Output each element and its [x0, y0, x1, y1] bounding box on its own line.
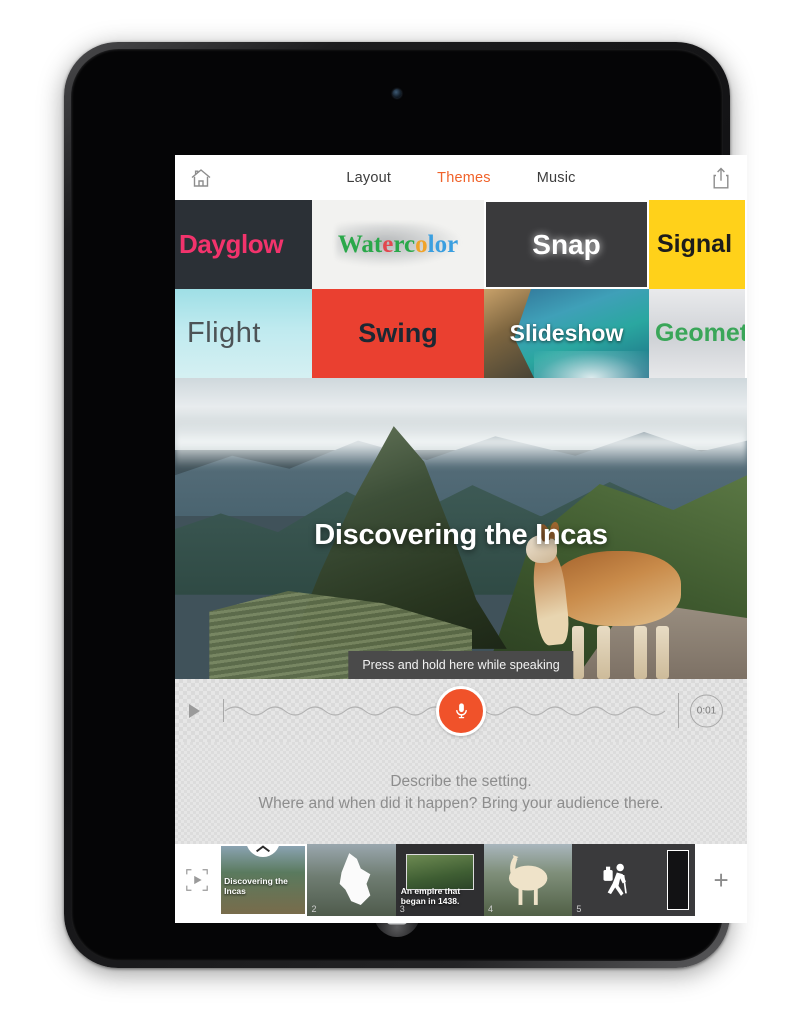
add-slide-button[interactable]: +: [695, 844, 747, 916]
slide-thumbnail-partial[interactable]: [660, 844, 696, 916]
theme-snap[interactable]: Snap: [484, 200, 649, 289]
microphone-record-button[interactable]: [436, 685, 486, 736]
theme-row-2: Flight Swing Slideshow Geometry: [175, 289, 747, 378]
slide-title: Discovering the Incas: [314, 519, 608, 552]
theme-geometry[interactable]: Geometry: [649, 289, 745, 378]
slide-preview[interactable]: Discovering the Incas Press and hold her…: [175, 378, 747, 679]
cloud-band-layer: [175, 420, 747, 469]
slide-number: 3: [399, 904, 405, 914]
tab-themes[interactable]: Themes: [437, 170, 491, 186]
slide-thumbnail-photo: [405, 854, 475, 890]
waveform-start-tick: [223, 699, 224, 722]
play-icon[interactable]: [189, 703, 200, 718]
theme-dayglow[interactable]: Dayglow: [175, 200, 312, 289]
tab-music[interactable]: Music: [537, 170, 576, 186]
slide-thumbnail-2[interactable]: 2: [307, 844, 396, 916]
theme-dayglow-label: Dayglow: [179, 229, 284, 259]
theme-swing-label: Swing: [358, 318, 438, 348]
narration-prompt: Describe the setting. Where and when did…: [175, 742, 747, 844]
prompt-line-2: Where and when did it happen? Bring your…: [258, 795, 664, 812]
theme-watercolor-label: Watercolor: [337, 230, 459, 258]
llama-photo-icon: [508, 855, 548, 905]
preview-play-button[interactable]: [175, 844, 220, 916]
theme-signal-label: Signal: [657, 230, 733, 258]
preview-play-icon: [186, 869, 208, 891]
slide-thumbnail-photo: [666, 850, 690, 910]
slide-number: 5: [576, 904, 582, 914]
prompt-line-1: Describe the setting.: [390, 772, 532, 790]
llama-leg: [633, 625, 647, 679]
slide-thumbnail-3[interactable]: An empire that began in 1438. 3: [395, 844, 485, 916]
front-camera-icon: [392, 89, 402, 98]
theme-slideshow-label: Slideshow: [509, 320, 624, 346]
tablet-device-frame: Layout Themes Music Dayglow Watercolor S…: [64, 42, 747, 968]
slide-filmstrip: Discovering the Incas 2 An empire that b…: [175, 844, 747, 916]
theme-slideshow[interactable]: Slideshow: [484, 289, 649, 378]
slide-number: 4: [488, 904, 494, 914]
slide-thumbnail-caption: Discovering the Incas: [224, 876, 288, 896]
llama-leg: [597, 625, 610, 679]
slide-thumbnail-5[interactable]: 5: [572, 844, 661, 916]
theme-grid: Dayglow Watercolor Snap Signal Flight Sw…: [175, 200, 747, 378]
slide-thumbnail-caption: An empire that began in 1438.: [400, 886, 461, 906]
top-navigation-bar: Layout Themes Music: [175, 155, 747, 200]
record-tooltip-text: Press and hold here while speaking: [362, 658, 560, 672]
share-icon[interactable]: [711, 166, 731, 190]
record-tooltip: Press and hold here while speaking: [348, 651, 574, 679]
llama-body: [549, 550, 682, 626]
slide-thumbnail-1[interactable]: Discovering the Incas: [219, 844, 308, 916]
recording-duration-badge: 0:01: [690, 694, 723, 727]
theme-flight[interactable]: Flight: [175, 289, 312, 378]
theme-row-1: Dayglow Watercolor Snap Signal: [175, 200, 747, 289]
screenshot-stage: Layout Themes Music Dayglow Watercolor S…: [0, 0, 793, 1024]
theme-snap-label: Snap: [532, 228, 601, 260]
theme-watercolor[interactable]: Watercolor: [312, 200, 484, 289]
theme-flight-label: Flight: [187, 317, 261, 349]
theme-swing[interactable]: Swing: [312, 289, 484, 378]
hiker-icon: [603, 863, 628, 896]
microphone-icon: [455, 703, 467, 719]
slide-thumbnail-4[interactable]: 4: [484, 844, 573, 916]
nav-tabs: Layout Themes Music: [175, 170, 747, 186]
audio-recorder-bar: 0:01: [175, 679, 747, 742]
chevron-up-icon[interactable]: [246, 844, 281, 857]
llama-leg: [655, 625, 669, 679]
tab-layout[interactable]: Layout: [346, 170, 391, 186]
theme-geometry-label: Geometry: [655, 319, 745, 347]
waveform-end-tick: [678, 692, 679, 729]
app-screen: Layout Themes Music Dayglow Watercolor S…: [175, 155, 747, 923]
theme-signal[interactable]: Signal: [649, 200, 745, 289]
peru-map-icon: [340, 853, 371, 905]
slideshow-foam-decoration: [533, 351, 649, 378]
slide-number: 2: [311, 904, 317, 914]
